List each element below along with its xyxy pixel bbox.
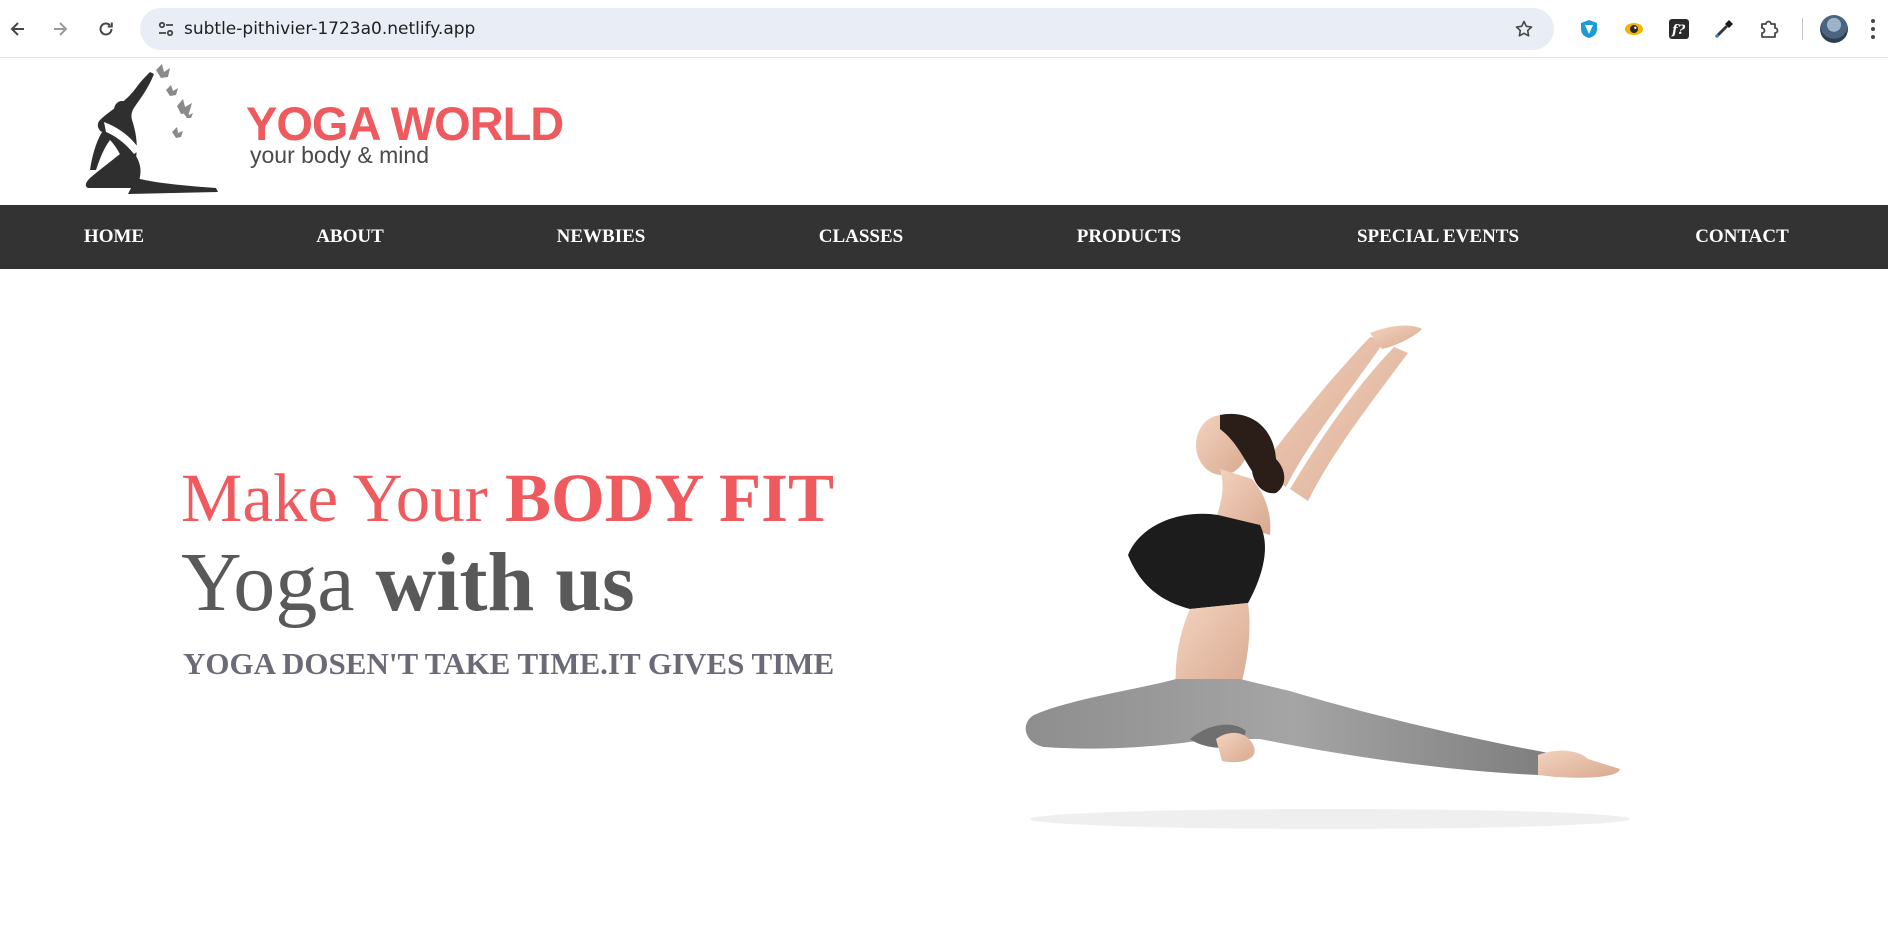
- back-button[interactable]: [0, 11, 36, 47]
- shield-extension-icon: [1581, 20, 1597, 38]
- toolbar-divider: [1802, 18, 1803, 40]
- url-text[interactable]: subtle-pithivier-1723a0.netlify.app: [184, 8, 475, 50]
- bookmark-star-icon: [1515, 20, 1533, 37]
- extensions-button[interactable]: [1752, 12, 1786, 46]
- nav-link-special-events[interactable]: SPECIAL EVENTS: [1357, 205, 1519, 269]
- bookmark-button[interactable]: [1508, 13, 1540, 45]
- font-extension-button[interactable]: f?: [1662, 12, 1696, 46]
- hero-heading-line1: Make Your BODY FIT: [181, 464, 834, 533]
- butterflies-icon: [156, 64, 193, 138]
- nav-link-classes[interactable]: CLASSES: [819, 205, 904, 269]
- site-info-icon: [158, 21, 174, 37]
- puzzle-extensions-icon: [1761, 20, 1779, 38]
- eye-extension-icon: [1625, 23, 1643, 35]
- nav-link-home[interactable]: HOME: [84, 205, 144, 269]
- hero-heading-line2-bold: with us: [375, 536, 635, 629]
- hero-heading-line2-regular: Yoga: [181, 536, 376, 629]
- hero-tagline: YOGA DOSEN'T TAKE TIME.IT GIVES TIME: [183, 646, 835, 681]
- profile-avatar[interactable]: [1820, 15, 1848, 43]
- nav-link-newbies[interactable]: NEWBIES: [557, 205, 646, 269]
- browser-toolbar: subtle-pithivier-1723a0.netlify.app f?: [0, 0, 1888, 58]
- site-info-button[interactable]: [150, 13, 182, 45]
- nav-link-contact[interactable]: CONTACT: [1695, 205, 1789, 269]
- hero-heading-line2: Yoga with us: [181, 541, 635, 625]
- nav-link-products[interactable]: PRODUCTS: [1077, 205, 1182, 269]
- reload-icon: [99, 22, 113, 36]
- main-nav: HOME ABOUT NEWBIES CLASSES PRODUCTS SPEC…: [0, 205, 1888, 269]
- back-arrow-icon: [10, 22, 24, 36]
- more-menu-icon[interactable]: [1864, 15, 1882, 43]
- hero-heading-line1-bold: BODY FIT: [504, 460, 835, 536]
- address-bar[interactable]: subtle-pithivier-1723a0.netlify.app: [140, 8, 1554, 50]
- hero-heading-line1-regular: Make Your: [181, 460, 505, 536]
- site-header: YOGA WORLD your body & mind: [0, 58, 1888, 205]
- svg-text:f?: f?: [1671, 23, 1686, 38]
- forward-button[interactable]: [42, 11, 78, 47]
- eyedropper-extension-button[interactable]: [1707, 12, 1741, 46]
- hero-section: Make Your BODY FIT Yoga with us YOGA DOS…: [0, 269, 1888, 948]
- nav-link-about[interactable]: ABOUT: [316, 205, 384, 269]
- reload-button[interactable]: [88, 11, 124, 47]
- yogi-silhouette: [85, 72, 218, 194]
- brand-tagline: your body & mind: [250, 142, 429, 168]
- eyedropper-extension-icon: [1715, 20, 1733, 38]
- font-extension-icon: f?: [1669, 19, 1689, 39]
- forward-arrow-icon: [54, 22, 68, 36]
- yoga-woman-photo: [1025, 325, 1630, 829]
- eye-extension-button[interactable]: [1617, 12, 1651, 46]
- shield-extension-button[interactable]: [1572, 12, 1606, 46]
